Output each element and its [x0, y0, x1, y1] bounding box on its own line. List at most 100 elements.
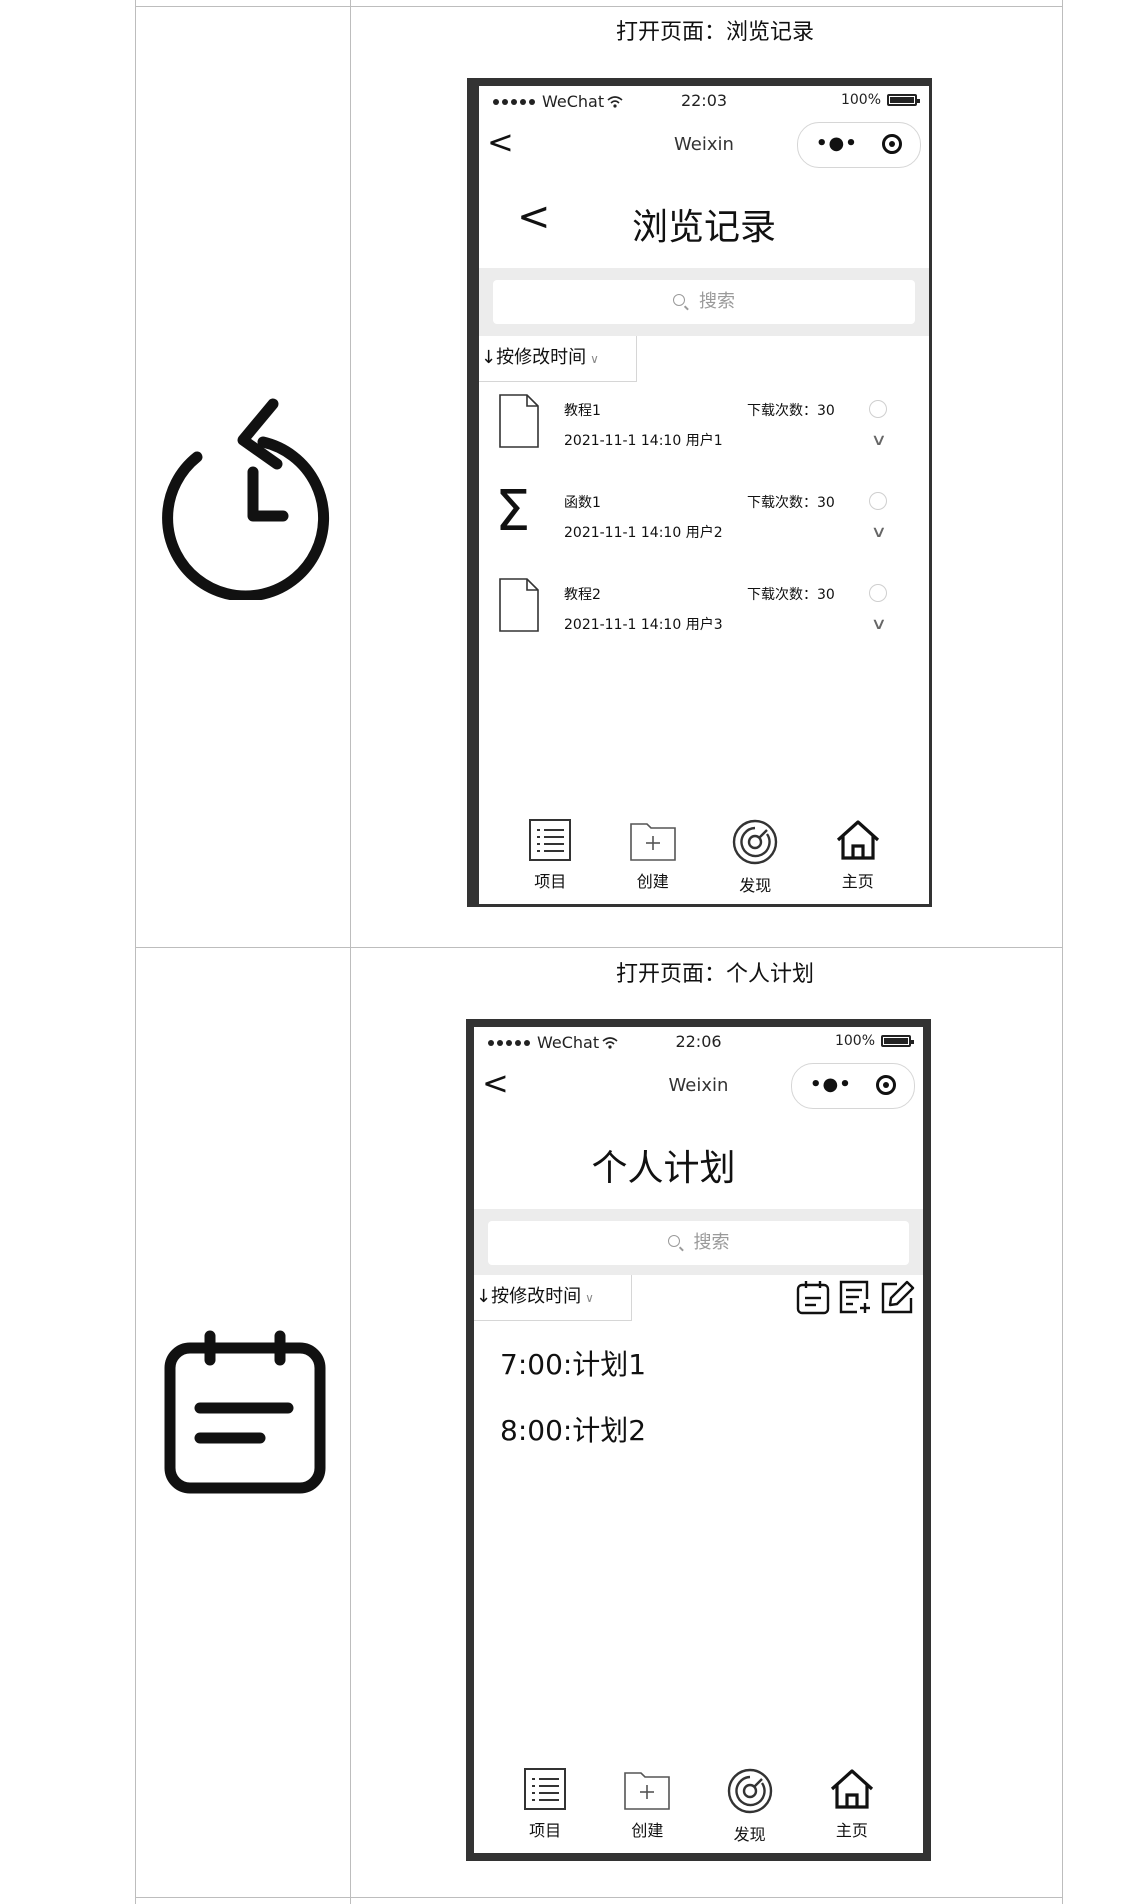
- history-icon: [155, 390, 335, 600]
- tab-label: 创建: [631, 1821, 664, 1840]
- table-border-left: [135, 0, 136, 1904]
- sort-label: ↓按修改时间: [476, 1286, 582, 1307]
- sort-row: ↓按修改时间 ∨: [479, 336, 929, 386]
- search-icon: [667, 1235, 680, 1247]
- tab-home[interactable]: 主页: [818, 810, 898, 904]
- close-target-icon[interactable]: [882, 134, 902, 154]
- page-title: 浏览记录: [631, 207, 776, 248]
- select-radio[interactable]: [869, 400, 887, 418]
- search-placeholder: 搜索: [699, 291, 735, 312]
- plan-item[interactable]: 7:00:计划1: [474, 1343, 923, 1409]
- phone-mockup-history: WeChat 22:03 100% < Weixin •●• < 浏览记录 搜索…: [467, 78, 932, 907]
- tab-projects[interactable]: 项目: [505, 1759, 585, 1853]
- page-header: 个人计划: [474, 1115, 923, 1209]
- caption: 打开页面：个人计划: [615, 962, 814, 987]
- page-header: < 浏览记录: [479, 174, 929, 268]
- tab-label: 发现: [739, 876, 772, 895]
- file-icon: [499, 394, 539, 448]
- folder-add-icon: [629, 823, 676, 861]
- item-meta: 2021-11-1 14:10 用户2: [564, 525, 723, 541]
- compass-icon: [727, 1768, 772, 1814]
- list-item[interactable]: 教程1 2021-11-1 14:10 用户1 下载次数：30 ∨: [479, 386, 929, 478]
- table-row-line: [135, 6, 1063, 7]
- tab-label: 主页: [835, 1821, 868, 1840]
- battery-icon: [887, 94, 920, 106]
- close-target-icon[interactable]: [876, 1075, 896, 1095]
- tab-projects[interactable]: 项目: [510, 810, 590, 904]
- plan-toolbar: [795, 1279, 915, 1315]
- tab-label: 创建: [636, 872, 669, 891]
- search-input[interactable]: 搜索: [493, 280, 915, 324]
- note-add-icon[interactable]: [837, 1279, 873, 1315]
- sort-row: ↓按修改时间 ∨: [474, 1275, 923, 1329]
- caption: 打开页面：浏览记录: [615, 20, 814, 45]
- table-divider: [350, 0, 351, 1904]
- calendar-icon: [160, 1328, 330, 1498]
- item-name: 教程1: [564, 403, 601, 419]
- wechat-nav-bar: < Weixin •●•: [479, 114, 929, 174]
- tab-label: 主页: [841, 872, 874, 891]
- item-downloads: 下载次数：30: [747, 587, 835, 603]
- battery-icon: [881, 1035, 914, 1047]
- battery-percent: 100%: [834, 1033, 875, 1049]
- search-icon: [673, 294, 685, 306]
- home-icon: [830, 1769, 873, 1809]
- battery-percent: 100%: [840, 92, 881, 108]
- sort-dropdown[interactable]: ↓按修改时间 ∨: [474, 1275, 632, 1321]
- edit-icon[interactable]: [879, 1279, 915, 1315]
- expand-chevron-icon[interactable]: ∨: [871, 614, 887, 633]
- list-icon: [529, 819, 572, 861]
- tab-home[interactable]: 主页: [812, 1759, 892, 1853]
- list-item[interactable]: Σ 函数1 2021-11-1 14:10 用户2 下载次数：30 ∨: [479, 478, 929, 570]
- list-item[interactable]: 教程2 2021-11-1 14:10 用户3 下载次数：30 ∨: [479, 570, 929, 662]
- history-list: 教程1 2021-11-1 14:10 用户1 下载次数：30 ∨ Σ 函数1 …: [479, 386, 929, 662]
- select-radio[interactable]: [869, 492, 887, 510]
- compass-icon: [733, 819, 778, 865]
- more-icon[interactable]: •●•: [816, 133, 858, 154]
- expand-chevron-icon[interactable]: ∨: [871, 522, 887, 541]
- page-title: 个人计划: [591, 1148, 736, 1189]
- select-radio[interactable]: [869, 584, 887, 602]
- wechat-nav-bar: < Weixin •●•: [474, 1055, 923, 1115]
- tab-label: 项目: [534, 872, 567, 891]
- chevron-down-icon: ∨: [590, 352, 599, 366]
- expand-chevron-icon[interactable]: ∨: [871, 430, 887, 449]
- home-icon: [836, 820, 879, 860]
- status-bar: WeChat 22:03 100%: [479, 86, 929, 114]
- search-bar: 搜索: [479, 268, 929, 336]
- table-row-line: [135, 947, 1063, 948]
- tab-label: 发现: [733, 1825, 766, 1844]
- tab-discover[interactable]: 发现: [710, 1759, 790, 1853]
- status-bar: WeChat 22:06 100%: [474, 1027, 923, 1055]
- tab-bar: 项目 创建 发现 主页: [474, 1759, 923, 1853]
- item-meta: 2021-11-1 14:10 用户1: [564, 433, 723, 449]
- calendar-icon[interactable]: [795, 1279, 831, 1315]
- plan-item[interactable]: 8:00:计划2: [474, 1409, 923, 1475]
- tab-discover[interactable]: 发现: [715, 810, 795, 904]
- folder-add-icon: [624, 1772, 671, 1810]
- phone-mockup-plan: WeChat 22:06 100% < Weixin •●• 个人计划 搜索 ↓…: [466, 1019, 931, 1861]
- item-downloads: 下载次数：30: [747, 495, 835, 511]
- sort-label: ↓按修改时间: [481, 347, 587, 368]
- item-name: 教程2: [564, 587, 601, 603]
- document-page: 打开页面：浏览记录 WeChat 22:03 100% < Weixin •●•…: [0, 0, 1146, 1904]
- more-icon[interactable]: •●•: [810, 1074, 852, 1095]
- plan-list: 7:00:计划1 8:00:计划2: [474, 1329, 923, 1475]
- table-border-right: [1062, 0, 1063, 1904]
- search-placeholder: 搜索: [693, 1232, 730, 1253]
- tab-label: 项目: [529, 1821, 562, 1840]
- table-row-line: [135, 1897, 1063, 1898]
- tab-bar: 项目 创建 发现 主页: [479, 810, 929, 904]
- tab-create[interactable]: 创建: [613, 810, 693, 904]
- file-icon: [499, 578, 539, 632]
- sigma-icon: Σ: [495, 479, 531, 544]
- sort-dropdown[interactable]: ↓按修改时间 ∨: [479, 336, 637, 382]
- search-input[interactable]: 搜索: [488, 1221, 909, 1265]
- tab-create[interactable]: 创建: [607, 1759, 687, 1853]
- list-icon: [524, 1768, 567, 1810]
- chevron-down-icon: ∨: [585, 1291, 594, 1305]
- search-bar: 搜索: [474, 1209, 923, 1275]
- item-meta: 2021-11-1 14:10 用户3: [564, 617, 723, 633]
- item-downloads: 下载次数：30: [747, 403, 835, 419]
- capsule-menu: •●•: [797, 122, 921, 168]
